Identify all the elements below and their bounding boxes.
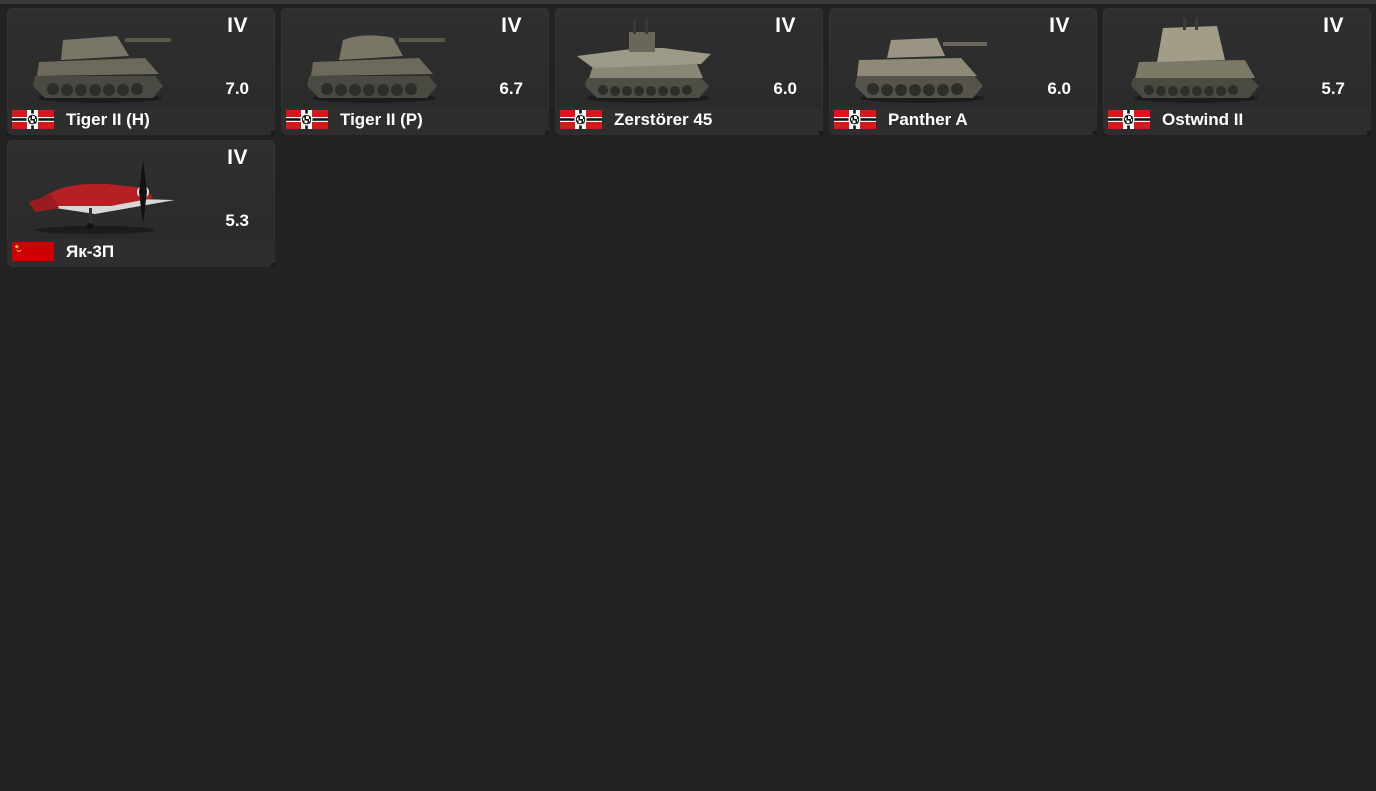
battle-rating: 5.7 <box>1321 79 1345 98</box>
rank-label: IV <box>1049 14 1070 37</box>
rank-label: IV <box>1323 14 1344 37</box>
battle-rating: 5.3 <box>225 211 249 230</box>
vehicle-name: Zerstörer 45 <box>614 110 713 129</box>
tiger-tank-icon <box>33 36 171 103</box>
rank-label: IV <box>501 14 522 37</box>
vehicle-name: Panther A <box>888 110 968 129</box>
battle-rating: 7.0 <box>225 79 249 98</box>
battle-rating: 6.0 <box>1047 79 1071 98</box>
vehicle-card-panther-a[interactable]: IV 6.0 Panther A <box>829 8 1097 135</box>
battle-rating: 6.0 <box>773 79 797 98</box>
vehicle-card-ostwind-ii[interactable]: IV 5.7 Ostwind II <box>1103 8 1371 135</box>
name-bar: Ostwind II <box>1103 107 1371 135</box>
germany-flag-icon <box>834 110 876 129</box>
name-bar: Tiger II (P) <box>281 107 549 135</box>
spaa-tank-icon <box>577 20 711 103</box>
germany-flag-icon <box>560 110 602 129</box>
vehicle-name: Tiger II (P) <box>340 110 423 129</box>
vehicle-name: Ostwind II <box>1162 110 1244 129</box>
name-bar: Zerstörer 45 <box>555 107 823 135</box>
vehicle-card-tiger-ii-p[interactable]: IV 6.7 Tiger II (P) <box>281 8 549 135</box>
top-strip <box>0 0 1376 4</box>
name-bar: Як-3П <box>7 239 275 267</box>
name-bar: Panther A <box>829 107 1097 135</box>
rank-label: IV <box>227 146 248 169</box>
rank-label: IV <box>775 14 796 37</box>
vehicle-name: Tiger II (H) <box>66 110 150 129</box>
name-bar: Tiger II (H) <box>7 107 275 135</box>
germany-flag-icon <box>1108 110 1150 129</box>
vehicle-card-yak-3p[interactable]: IV 5.3 Як-3П <box>7 140 275 267</box>
germany-flag-icon <box>12 110 54 129</box>
battle-rating: 6.7 <box>499 79 523 98</box>
rank-label: IV <box>227 14 248 37</box>
tiger-tank-icon <box>307 35 445 103</box>
vehicle-card-zerstorer-45[interactable]: IV 6.0 Zerstörer 45 <box>555 8 823 135</box>
vehicle-card-tiger-ii-h[interactable]: IV 7.0 Tiger II (H) <box>7 8 275 135</box>
yak-plane-icon <box>29 160 175 234</box>
germany-flag-icon <box>286 110 328 129</box>
ussr-flag-icon <box>12 242 54 261</box>
spaa-tank-icon <box>1131 18 1259 103</box>
vehicle-name: Як-3П <box>66 242 115 261</box>
panther-tank-icon <box>855 38 987 103</box>
